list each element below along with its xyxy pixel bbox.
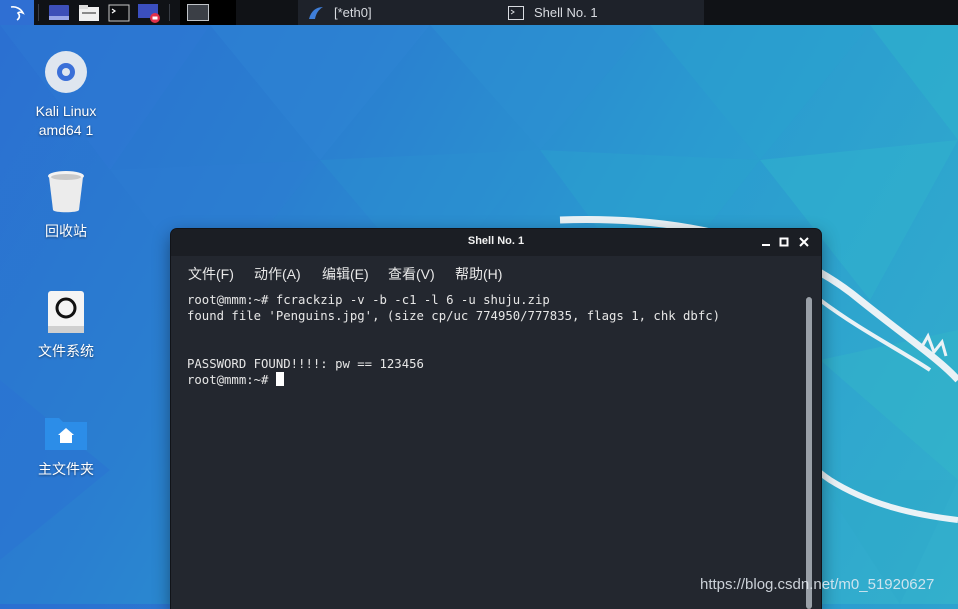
terminal-line: found file 'Penguins.jpg', (size cp/uc 7… [187,309,721,323]
terminal-icon [508,5,524,20]
taskbar-item-wireshark[interactable]: [*eth0] [298,0,498,25]
desktop-icon-trash[interactable]: 回收站 [11,170,121,241]
maximize-button[interactable] [777,235,791,249]
watermark-text: https://blog.csdn.net/m0_51920627 [700,576,935,593]
taskbar-item-label: Shell No. 1 [534,5,598,20]
desktop-icon-kali-disc[interactable]: Kali Linux amd64 1 [11,50,121,140]
terminal-prompt-line[interactable]: root@mmm:~# [187,372,720,388]
terminal-window[interactable]: Shell No. 1 文件(F) 动作(A) 编辑(E) 查看(V) 帮助(H… [171,229,821,609]
menu-bar: 文件(F) 动作(A) 编辑(E) 查看(V) 帮助(H) [171,256,821,288]
minimize-icon [762,244,770,246]
desktop-icon-label: 文件系统 [38,343,94,359]
vertical-scrollbar[interactable] [806,297,812,609]
workspace-1[interactable] [187,4,209,21]
desktop-icon-label: 主文件夹 [38,461,94,477]
desktop-icon-label: amd64 1 [38,122,94,138]
menu-actions[interactable]: 动作(A) [254,264,301,284]
screen-record-icon [138,3,160,23]
folder-icon [79,4,99,21]
trash-icon [48,171,84,213]
kali-dragon-icon [10,5,25,21]
menu-help[interactable]: 帮助(H) [455,264,502,284]
desktop-icon [49,4,69,20]
menu-view[interactable]: 查看(V) [388,264,435,284]
desktop-icon-label: Kali Linux [35,103,97,119]
workspace-switcher[interactable] [180,0,236,25]
taskbar-item-label: [*eth0] [334,5,372,20]
menu-file[interactable]: 文件(F) [188,264,234,284]
taskbar-item-shell[interactable]: Shell No. 1 [498,0,704,25]
terminal-line: root@mmm:~# fcrackzip -v -b -c1 -l 6 -u … [187,293,550,307]
maximize-icon [779,237,789,247]
screen-recorder-button[interactable] [137,0,161,25]
window-title: Shell No. 1 [467,235,525,247]
file-manager-button[interactable] [77,0,101,25]
desktop-icon-label: 回收站 [45,223,87,239]
home-folder-icon [45,418,87,450]
scrollbar-thumb[interactable] [806,297,812,609]
drive-icon [48,291,84,333]
close-button[interactable] [797,235,811,249]
terminal-prompt: root@mmm:~# [187,373,276,387]
minimize-button[interactable] [759,235,773,249]
top-panel: [*eth0] Shell No. 1 [0,0,958,25]
desktop-icon-filesystem[interactable]: 文件系统 [11,290,121,361]
menu-edit[interactable]: 编辑(E) [322,264,369,284]
disc-icon [45,51,87,93]
terminal-line: PASSWORD FOUND!!!!: pw == 123456 [187,357,424,371]
wireshark-fin-icon [308,6,324,20]
kali-menu-button[interactable] [0,0,34,25]
show-desktop-button[interactable] [47,0,71,25]
terminal-icon [108,4,130,21]
text-cursor [275,372,284,386]
desktop-icon-home[interactable]: 主文件夹 [11,412,121,479]
window-titlebar[interactable]: Shell No. 1 [171,229,821,256]
close-icon [799,237,809,247]
terminal-launcher-button[interactable] [107,0,131,25]
terminal-output[interactable]: root@mmm:~# fcrackzip -v -b -c1 -l 6 -u … [187,292,720,388]
panel-separator [169,4,170,21]
panel-separator [38,4,39,21]
